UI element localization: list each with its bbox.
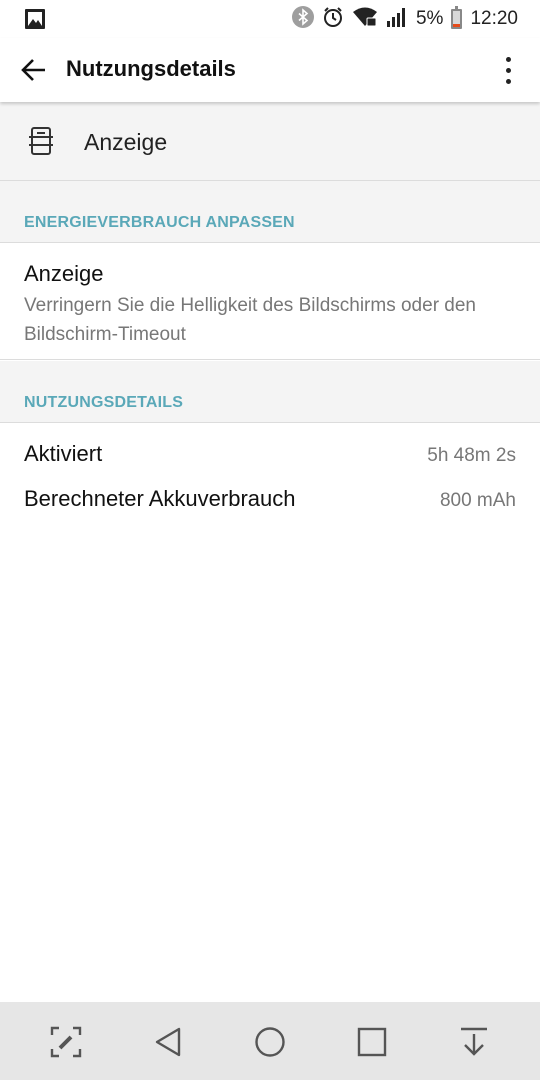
- back-triangle-icon[interactable]: [148, 1022, 188, 1062]
- alarm-icon: [322, 6, 344, 33]
- battery-percent: 5%: [415, 8, 444, 29]
- app-header: Anzeige: [0, 102, 540, 181]
- section-header-energy: ENERGIEVERBRAUCH ANPASSEN: [0, 181, 540, 243]
- section-header-energy-label: ENERGIEVERBRAUCH ANPASSEN: [24, 214, 295, 231]
- usage-row-label: Berechneter Akkuverbrauch: [24, 486, 296, 511]
- battery-icon: [451, 6, 463, 29]
- page-title: Nutzungsdetails: [66, 56, 236, 81]
- usage-row-label: Aktiviert: [24, 441, 103, 466]
- clock: 12:20: [470, 8, 518, 29]
- display-icon: [28, 126, 54, 156]
- app-bar: Nutzungsdetails: [0, 38, 540, 102]
- usage-row-value: 800 mAh: [439, 490, 516, 511]
- notification-down-icon[interactable]: [454, 1022, 494, 1062]
- wifi-icon: [352, 6, 378, 33]
- recents-square-icon[interactable]: [352, 1022, 392, 1062]
- display-settings-title: Anzeige: [24, 261, 104, 286]
- display-settings-subtitle: Verringern Sie die Helligkeit des Bildsc…: [24, 295, 477, 345]
- usage-details-list: Aktiviert 5h 48m 2s Berechneter Akkuverb…: [0, 423, 540, 1002]
- home-circle-icon[interactable]: [250, 1022, 290, 1062]
- status-bar: 5% 12:20: [0, 0, 540, 38]
- status-icons: 5% 12:20: [291, 5, 518, 33]
- arrow-back-icon[interactable]: [16, 52, 52, 88]
- navigation-bar: [0, 1002, 540, 1080]
- usage-row-value: 5h 48m 2s: [427, 445, 516, 466]
- section-header-usage-label: NUTZUNGSDETAILS: [24, 394, 184, 411]
- bluetooth-icon: [291, 5, 314, 33]
- display-settings-item[interactable]: Anzeige Verringern Sie die Helligkeit de…: [0, 243, 540, 360]
- capture-icon[interactable]: [46, 1022, 86, 1062]
- app-name: Anzeige: [84, 129, 168, 155]
- more-vert-icon[interactable]: [494, 52, 522, 88]
- gallery-icon: [24, 8, 46, 35]
- signal-icon: [386, 6, 408, 33]
- section-header-usage: NUTZUNGSDETAILS: [0, 361, 540, 423]
